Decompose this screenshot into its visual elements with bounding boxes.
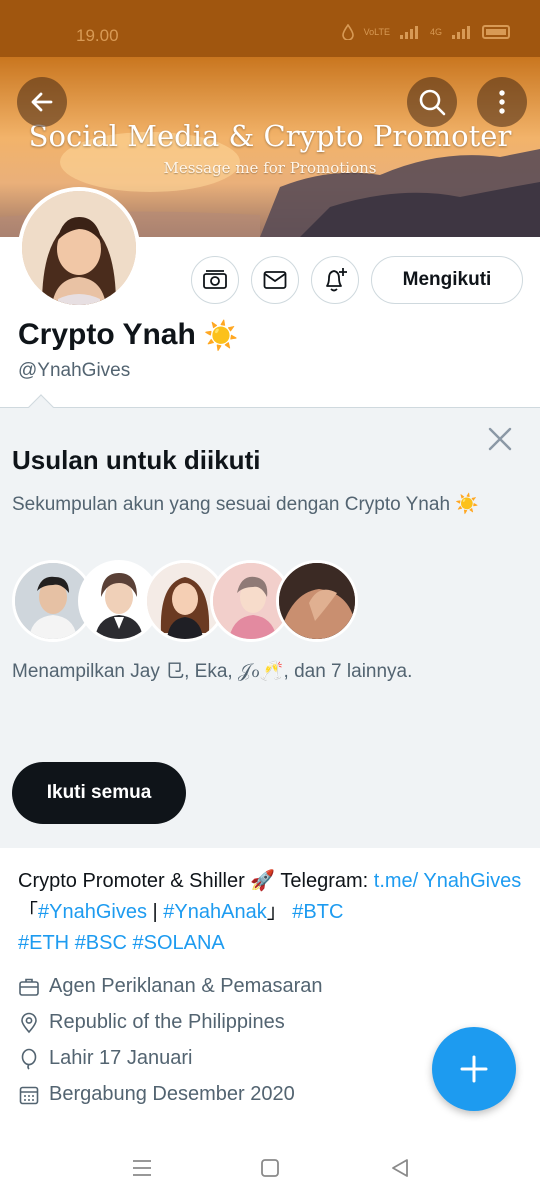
menu-icon[interactable] <box>130 1156 154 1180</box>
banner-subtitle: Message me for Promotions <box>163 159 377 177</box>
suggested-avatar[interactable] <box>276 560 358 642</box>
banner-title: Social Media & Crypto Promoter <box>28 119 512 153</box>
briefcase-icon <box>19 978 39 996</box>
follow-all-button[interactable]: Ikuti semua <box>12 762 186 824</box>
notify-button[interactable] <box>311 256 359 304</box>
calendar-icon <box>19 1086 39 1104</box>
suggested-avatars[interactable] <box>12 560 358 642</box>
profile-avatar[interactable] <box>18 187 140 309</box>
plus-icon <box>460 1055 488 1083</box>
location-pin-icon <box>21 1012 37 1033</box>
location-text: Republic of the Philippines <box>49 1011 285 1033</box>
network-label: 4G <box>429 27 442 37</box>
telegram-link[interactable]: t.me/ YnahGives <box>374 870 521 892</box>
profile-name: Crypto Ynah ☀️ <box>18 318 239 352</box>
profile-handle: @YnahGives <box>18 360 131 381</box>
close-icon[interactable] <box>486 425 514 453</box>
following-button[interactable]: Mengikuti <box>371 256 523 304</box>
bio-bracket-open: 「 <box>18 901 38 923</box>
battery-icon <box>482 25 510 39</box>
bio-text: Crypto Promoter & Shiller 🚀 Telegram: <box>18 870 374 892</box>
system-navigation-bar <box>0 1140 540 1200</box>
avatar-image <box>22 191 136 305</box>
back-button[interactable] <box>17 77 67 127</box>
signal-icon <box>399 26 418 39</box>
birthday-text: Lahir 17 Januari <box>49 1047 193 1069</box>
hashtag-link[interactable]: #YnahAnak <box>163 901 266 923</box>
more-options-button[interactable] <box>477 77 527 127</box>
sun-emoji: ☀️ <box>203 319 239 351</box>
profile-location: Republic of the Philippines <box>18 1011 285 1034</box>
profile-name-text: Crypto Ynah <box>18 318 196 351</box>
mail-icon <box>263 271 287 289</box>
profile-birthday: Lahir 17 Januari <box>18 1047 192 1070</box>
message-button[interactable] <box>251 256 299 304</box>
suggestions-title: Usulan untuk diikuti <box>12 445 261 475</box>
profile-bio: Crypto Promoter & Shiller 🚀 Telegram: t.… <box>18 866 523 959</box>
bio-bracket-close: 」 <box>266 901 293 923</box>
more-vertical-icon <box>499 90 505 114</box>
back-icon[interactable] <box>388 1156 412 1180</box>
search-button[interactable] <box>407 77 457 127</box>
hashtag-link[interactable]: #YnahGives <box>38 901 147 923</box>
joined-text: Bergabung Desember 2020 <box>49 1083 295 1105</box>
suggestions-showing: Menampilkan Jay ⺋, Eka, 𝒥ℴ🥂, dan 7 lainn… <box>12 661 413 682</box>
volte-label: VoLTE <box>363 27 390 37</box>
profile-category: Agen Periklanan & Pemasaran <box>18 975 323 998</box>
compose-tweet-button[interactable] <box>432 1027 516 1111</box>
signal-icon-2 <box>452 26 470 39</box>
tip-button[interactable] <box>191 256 239 304</box>
profile-joined: Bergabung Desember 2020 <box>18 1083 295 1106</box>
suggestions-description: Sekumpulan akun yang sesuai dengan Crypt… <box>12 494 479 515</box>
home-icon[interactable] <box>258 1156 282 1180</box>
search-icon <box>419 89 446 116</box>
category-text: Agen Periklanan & Pemasaran <box>49 975 323 997</box>
status-time: 19.00 <box>76 26 119 45</box>
data-saver-icon <box>341 24 354 40</box>
hashtag-link[interactable]: #BTC <box>292 901 343 923</box>
hashtag-link[interactable]: #SOLANA <box>133 932 225 954</box>
balloon-icon <box>21 1048 37 1070</box>
bell-plus-icon <box>326 268 347 292</box>
hashtag-link[interactable]: #ETH <box>18 932 69 954</box>
status-bar: 19.00 VoLTE 4G <box>0 0 540 57</box>
back-arrow-icon <box>31 92 53 112</box>
avatar-image <box>279 563 355 639</box>
hashtag-link[interactable]: #BSC <box>75 932 127 954</box>
money-icon <box>203 270 227 289</box>
bio-separator: | <box>146 901 164 923</box>
status-icons: VoLTE 4G <box>341 24 510 40</box>
